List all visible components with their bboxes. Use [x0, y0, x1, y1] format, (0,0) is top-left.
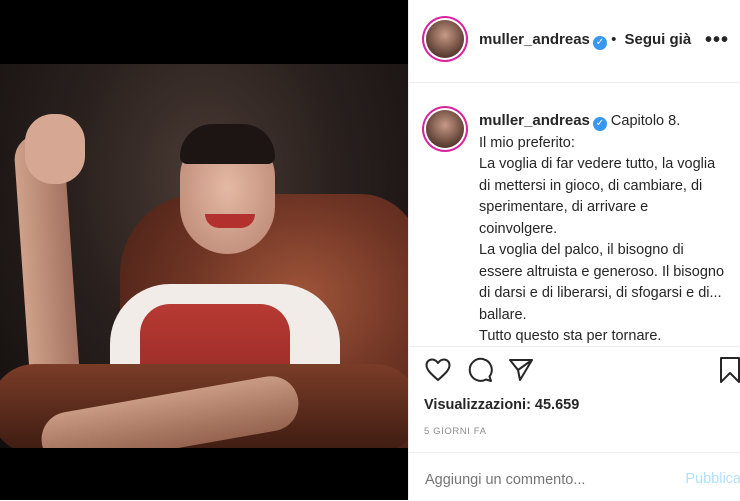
comment-bar: Pubblica	[409, 452, 740, 501]
raised-fist	[25, 114, 85, 184]
caption: muller_andreas ✓ Capitolo 8. Il mio prefe…	[479, 110, 734, 348]
more-options-icon[interactable]: •••	[705, 29, 729, 52]
verified-badge-icon: ✓	[592, 117, 607, 131]
post-media[interactable]	[0, 0, 408, 500]
post-sidebar: muller_andreas ✓ • Segui già ••• muller_a…	[408, 0, 740, 500]
painted-smile	[205, 214, 255, 228]
comment-icon[interactable]	[465, 355, 495, 385]
caption-line: coinvolgere.	[479, 220, 558, 237]
caption-line: Il mio preferito:	[479, 134, 575, 151]
caption-line: di mettersi in gioco, di cambiare, di	[479, 177, 703, 194]
heart-icon[interactable]	[423, 355, 453, 385]
caption-line: sperimentare, di arrivare e	[479, 199, 649, 215]
caption-line: Tutto questo sta per tornare.	[479, 328, 662, 344]
avatar[interactable]	[426, 20, 464, 58]
video-frame[interactable]	[0, 64, 408, 448]
caption-line: essere altruista e generoso. Il bisogno	[479, 263, 725, 280]
header-line: muller_andreas ✓ • Segui già	[479, 31, 691, 50]
caption-line: La voglia del palco, il bisogno di	[479, 242, 684, 258]
caption-line: di darsi e di liberarsi, di sfogarsi e d…	[479, 285, 722, 301]
follow-button[interactable]: Segui già	[625, 31, 692, 48]
caption-line: Capitolo 8.	[610, 113, 681, 129]
caption-first-line: muller_andreas ✓ Capitolo 8.	[479, 112, 681, 131]
action-bar	[409, 346, 740, 397]
post-timestamp[interactable]: 5 GIORNI FA	[424, 426, 487, 437]
username-link[interactable]: muller_andreas	[479, 31, 590, 48]
separator: •	[611, 31, 617, 48]
comment-input[interactable]	[423, 471, 657, 489]
verified-badge-icon: ✓	[592, 36, 607, 50]
person-hair	[180, 124, 275, 164]
bookmark-icon[interactable]	[715, 355, 740, 385]
caption-line: ballare.	[479, 306, 527, 323]
view-count[interactable]: Visualizzazioni: 45.659	[424, 397, 579, 413]
post-header: muller_andreas ✓ • Segui già •••	[409, 0, 740, 83]
caption-avatar[interactable]	[426, 110, 464, 148]
send-icon[interactable]	[506, 355, 536, 385]
caption-username-link[interactable]: muller_andreas	[479, 112, 590, 129]
caption-line: La voglia di far vedere tutto, la voglia	[479, 156, 716, 172]
publish-button[interactable]: Pubblica	[685, 471, 740, 487]
